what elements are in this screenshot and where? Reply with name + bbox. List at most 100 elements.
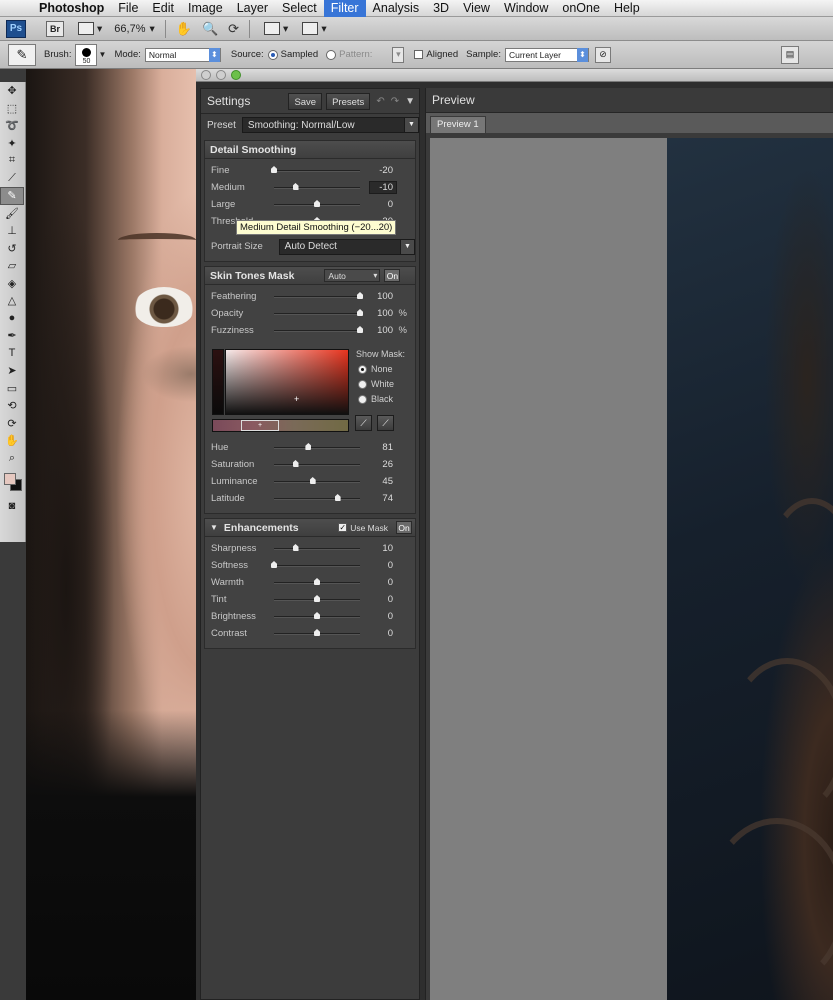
zoom-level-select[interactable]: 66,7% <box>114 23 145 35</box>
crop-tool-icon[interactable]: ⌗ <box>0 152 24 170</box>
enhancements-on-button[interactable]: On <box>396 521 412 534</box>
brush-tool-icon[interactable]: 🖌 <box>0 205 24 223</box>
remove-color-eyedropper-icon[interactable]: ⟋ <box>377 415 394 431</box>
clone-stamp-tool-icon[interactable]: ⊥ <box>0 222 24 240</box>
preset-select[interactable]: Smoothing: Normal/Low <box>241 117 419 133</box>
menu-image[interactable]: Image <box>181 0 230 17</box>
menu-edit[interactable]: Edit <box>145 0 181 17</box>
menu-app-photoshop[interactable]: Photoshop <box>32 0 111 17</box>
rotate-view-icon[interactable]: ⟳ <box>228 21 239 37</box>
hand-tool-icon[interactable]: ✋ <box>176 21 192 37</box>
presets-button[interactable]: Presets <box>326 92 371 110</box>
source-pattern-radio[interactable] <box>326 49 337 60</box>
quick-selection-tool-icon[interactable]: ✦ <box>0 135 24 153</box>
slider-thumb[interactable] <box>314 612 320 619</box>
show-mask-white-option[interactable]: White <box>358 379 394 389</box>
menu-select[interactable]: Select <box>275 0 324 17</box>
mask-black-radio[interactable] <box>358 394 367 404</box>
eyedropper-tool-icon[interactable]: ⟋ <box>0 170 24 188</box>
type-tool-icon[interactable]: T <box>0 345 24 363</box>
add-color-eyedropper-icon[interactable]: ⟋ <box>355 415 372 431</box>
brush-picker-arrow-icon[interactable]: ▼ <box>98 48 107 62</box>
slider-thumb[interactable] <box>292 460 299 467</box>
window-minimize-button[interactable] <box>216 70 226 80</box>
brush-picker[interactable]: 50 <box>75 43 98 66</box>
slider-thumb[interactable] <box>314 595 320 602</box>
lasso-tool-icon[interactable]: ➰ <box>0 117 24 135</box>
shape-tool-icon[interactable]: ▭ <box>0 380 24 398</box>
view-extras-button[interactable]: ▾ <box>78 22 102 35</box>
blur-tool-icon[interactable]: △ <box>0 292 24 310</box>
slider-thumb[interactable] <box>334 494 341 501</box>
slider-thumb[interactable] <box>309 477 316 484</box>
latitude-slider[interactable] <box>274 494 360 501</box>
brightness-slider[interactable] <box>274 612 360 619</box>
slider-thumb[interactable] <box>305 443 312 450</box>
show-mask-black-option[interactable]: Black <box>358 394 393 404</box>
foreground-color-swatch[interactable] <box>4 473 16 485</box>
mask-white-radio[interactable] <box>358 379 367 389</box>
tool-preset-picker[interactable]: ✎ <box>8 43 36 66</box>
menu-layer[interactable]: Layer <box>230 0 275 17</box>
marquee-tool-icon[interactable]: ⬚ <box>0 100 24 118</box>
mask-none-radio[interactable] <box>358 364 367 374</box>
slider-value[interactable]: -10 <box>369 181 397 194</box>
window-close-button[interactable] <box>201 70 211 80</box>
luminance-slider[interactable] <box>274 477 360 484</box>
preview-canvas[interactable] <box>430 138 833 1000</box>
menu-window[interactable]: Window <box>497 0 555 17</box>
screen-mode-button[interactable]: ▾ <box>302 22 327 35</box>
3d-orbit-tool-icon[interactable]: ⟳ <box>0 415 24 433</box>
aligned-checkbox[interactable] <box>414 50 424 59</box>
eraser-tool-icon[interactable]: ▱ <box>0 257 24 275</box>
history-brush-tool-icon[interactable]: ↺ <box>0 240 24 258</box>
save-button[interactable]: Save <box>288 92 323 110</box>
quick-mask-icon[interactable]: ◙ <box>0 497 24 515</box>
fuzziness-slider[interactable] <box>274 326 363 333</box>
large-slider[interactable] <box>274 200 360 207</box>
skin-hue-range-handle[interactable]: + <box>241 420 279 431</box>
menu-analysis[interactable]: Analysis <box>366 0 427 17</box>
hand-tool-icon[interactable]: ✋ <box>0 432 24 450</box>
warmth-slider[interactable] <box>274 578 360 585</box>
menu-filter[interactable]: Filter <box>323 0 366 17</box>
bridge-launch-button[interactable]: Br <box>46 20 64 37</box>
panel-toggle-icon[interactable]: ▤ <box>780 45 799 64</box>
mode-select[interactable]: Normal <box>144 47 221 62</box>
ignore-adjustment-layers-icon[interactable]: ⊘ <box>594 46 611 63</box>
show-mask-none-option[interactable]: None <box>358 364 393 374</box>
skin-hue-range-bar[interactable] <box>212 419 349 432</box>
undo-icon[interactable]: ↶ <box>376 96 384 107</box>
pen-tool-icon[interactable]: ✒ <box>0 327 24 345</box>
dodge-tool-icon[interactable]: ● <box>0 310 24 328</box>
skin-mask-on-button[interactable]: On <box>384 269 401 282</box>
portrait-size-select[interactable]: Auto Detect <box>278 238 415 255</box>
contrast-slider[interactable] <box>274 629 360 636</box>
slider-thumb[interactable] <box>314 200 320 207</box>
saturation-slider[interactable] <box>274 460 360 467</box>
menu-onone[interactable]: onOne <box>555 0 607 17</box>
menu-help[interactable]: Help <box>607 0 647 17</box>
feathering-slider[interactable] <box>274 292 363 299</box>
slider-thumb[interactable] <box>292 183 299 190</box>
zoom-tool-icon[interactable]: 🔍 <box>202 21 218 37</box>
zoom-tool-icon[interactable]: ⌕ <box>0 450 24 468</box>
menu-3d[interactable]: 3D <box>426 0 456 17</box>
zoom-dropdown-arrow-icon[interactable]: ▾ <box>149 23 154 35</box>
skin-mask-mode-select[interactable]: Auto <box>324 269 381 282</box>
skin-color-field[interactable]: + <box>225 349 349 415</box>
healing-brush-tool-icon[interactable]: ✎ <box>0 187 24 205</box>
tint-slider[interactable] <box>274 595 360 602</box>
collapse-triangle-icon[interactable]: ▼ <box>210 523 218 532</box>
opacity-slider[interactable] <box>274 309 363 316</box>
arrange-documents-button[interactable]: ▾ <box>264 22 288 35</box>
sharpness-slider[interactable] <box>274 544 360 551</box>
menu-file[interactable]: File <box>111 0 145 17</box>
enhancements-header[interactable]: ▼ Enhancements ✓ Use Mask On <box>205 519 415 537</box>
slider-thumb[interactable] <box>292 544 299 551</box>
move-tool-icon[interactable]: ✥ <box>0 82 24 100</box>
fine-slider[interactable] <box>271 166 360 173</box>
window-zoom-button[interactable] <box>231 70 241 80</box>
slider-thumb[interactable] <box>314 629 320 636</box>
pattern-picker[interactable]: ▾ <box>392 46 405 63</box>
